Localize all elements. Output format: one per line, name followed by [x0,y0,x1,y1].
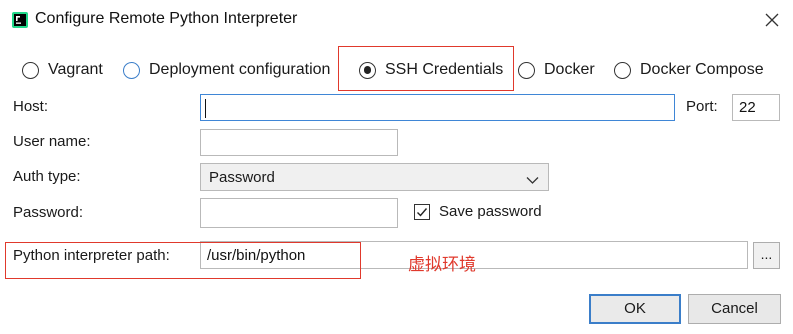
chevron-down-icon [526,172,539,189]
checkmark-icon [417,208,428,217]
text-caret [205,99,206,118]
radio-label: Vagrant [48,61,103,78]
save-password-checkbox[interactable] [414,204,430,220]
radio-label: Deployment configuration [149,61,331,78]
browse-button[interactable]: ... [753,242,780,269]
host-input[interactable] [201,95,674,120]
annotation-text: 虚拟环境 [408,255,476,275]
username-input[interactable] [201,130,397,155]
host-field[interactable] [200,94,675,121]
username-field[interactable] [200,129,398,156]
radio-label: Docker Compose [640,61,764,78]
close-icon [765,13,779,27]
cancel-button[interactable]: Cancel [688,294,781,324]
radio-docker-compose[interactable]: Docker Compose [614,58,764,82]
radio-circle[interactable] [518,61,535,79]
radio-circle[interactable] [614,61,631,79]
save-password-label[interactable]: Save password [439,203,542,220]
password-label: Password: [13,204,84,221]
username-label: User name: [13,133,91,150]
auth-type-label: Auth type: [13,168,81,185]
radio-docker[interactable]: Docker [518,58,595,82]
radio-deployment-configuration[interactable]: Deployment configuration [123,58,330,82]
host-label: Host: [13,98,49,115]
password-field[interactable] [200,198,398,228]
auth-type-value: Password [209,169,275,186]
ok-button[interactable]: OK [589,294,681,324]
port-input[interactable] [733,95,779,120]
password-input[interactable] [201,199,397,227]
close-button[interactable] [756,4,788,36]
radio-label: Docker [544,61,595,78]
window-title: Configure Remote Python Interpreter [35,10,298,27]
title-bar: Configure Remote Python Interpreter [0,0,793,40]
pycharm-icon [12,12,28,28]
port-label: Port: [686,98,718,115]
auth-type-select[interactable]: Password [200,163,549,191]
radio-vagrant[interactable]: Vagrant [22,58,103,82]
radio-circle[interactable] [123,61,140,79]
interpreter-path-highlight-box [5,242,361,279]
port-field[interactable] [732,94,780,121]
radio-circle[interactable] [22,61,39,79]
ssh-highlight-box [338,46,514,91]
